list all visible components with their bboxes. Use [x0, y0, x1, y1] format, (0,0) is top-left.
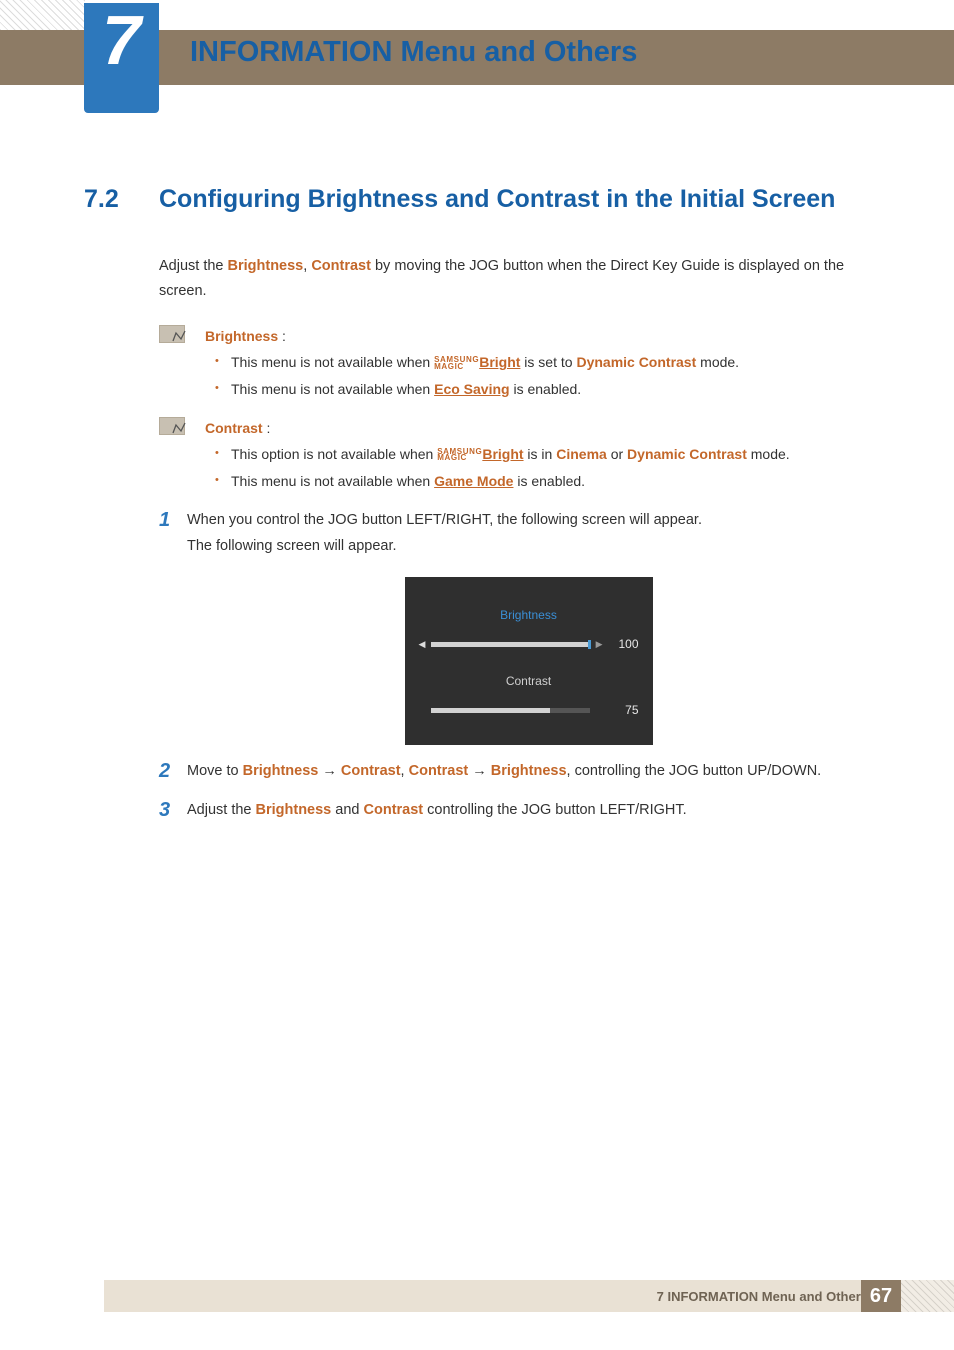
osd-screenshot: Brightness ◀ ▶ 100 Contrast ◀	[405, 577, 653, 745]
game-mode-link[interactable]: Game Mode	[434, 473, 513, 489]
footer-text: 7 INFORMATION Menu and Others	[657, 1289, 868, 1304]
step-number: 1	[159, 508, 187, 745]
note-brightness: Brightness : This menu is not available …	[159, 323, 870, 403]
arrow-left-icon: ◀	[419, 637, 426, 653]
section-heading: 7.2 Configuring Brightness and Contrast …	[84, 185, 870, 214]
eco-saving-link[interactable]: Eco Saving	[434, 381, 509, 397]
step-number: 3	[159, 798, 187, 823]
brightness-fill	[431, 642, 589, 647]
step-1-line-1: When you control the JOG button LEFT/RIG…	[187, 508, 870, 533]
chapter-number: 7	[102, 5, 141, 75]
corner-hatch	[0, 0, 85, 30]
contrast-fill	[431, 708, 550, 713]
intro-paragraph: Adjust the Brightness, Contrast by movin…	[159, 254, 870, 305]
step-2: 2 Move to Brightness → Contrast, Contras…	[159, 759, 870, 784]
step-2-text: Move to Brightness → Contrast, Contrast …	[187, 759, 870, 784]
contrast-value: 75	[609, 700, 639, 721]
brightness-slider	[431, 642, 589, 647]
note-contrast-item-2: This menu is not available when Game Mod…	[231, 468, 870, 495]
step-3: 3 Adjust the Brightness and Contrast con…	[159, 798, 870, 823]
chapter-badge: 7	[84, 3, 159, 113]
content-area: 7.2 Configuring Brightness and Contrast …	[84, 185, 870, 824]
note-brightness-label: Brightness :	[205, 323, 870, 350]
osd-contrast-label: Contrast	[419, 671, 639, 692]
step-1: 1 When you control the JOG button LEFT/R…	[159, 508, 870, 745]
brightness-term: Brightness	[228, 258, 304, 274]
section-title: Configuring Brightness and Contrast in t…	[159, 185, 835, 214]
brightness-value: 100	[609, 634, 639, 655]
note-brightness-item-1: This menu is not available when SAMSUNGM…	[231, 349, 870, 376]
note-icon	[159, 417, 185, 435]
contrast-slider	[431, 708, 589, 713]
footer-hatch	[901, 1280, 954, 1312]
note-brightness-item-2: This menu is not available when Eco Savi…	[231, 376, 870, 403]
note-icon	[159, 325, 185, 343]
samsung-magic-bright[interactable]: SAMSUNGMAGICBright	[434, 354, 520, 370]
osd-brightness-row: ◀ ▶ 100	[419, 634, 639, 655]
note-contrast-item-1: This option is not available when SAMSUN…	[231, 441, 870, 468]
note-contrast: Contrast : This option is not available …	[159, 415, 870, 495]
page-number: 67	[861, 1280, 901, 1312]
step-3-text: Adjust the Brightness and Contrast contr…	[187, 798, 870, 823]
chapter-title: INFORMATION Menu and Others	[190, 36, 637, 69]
footer-band: 7 INFORMATION Menu and Others	[104, 1280, 954, 1312]
samsung-magic-bright[interactable]: SAMSUNGMAGICBright	[437, 446, 523, 462]
osd-brightness-label: Brightness	[419, 605, 639, 626]
section-number: 7.2	[84, 185, 159, 214]
contrast-term: Contrast	[311, 258, 371, 274]
osd-contrast-row: ◀ ▶ 75	[419, 700, 639, 721]
step-1-line-2: The following screen will appear.	[187, 534, 870, 559]
brightness-handle	[588, 640, 591, 649]
arrow-right-icon: ▶	[596, 637, 603, 653]
step-number: 2	[159, 759, 187, 784]
note-contrast-label: Contrast :	[205, 415, 870, 442]
